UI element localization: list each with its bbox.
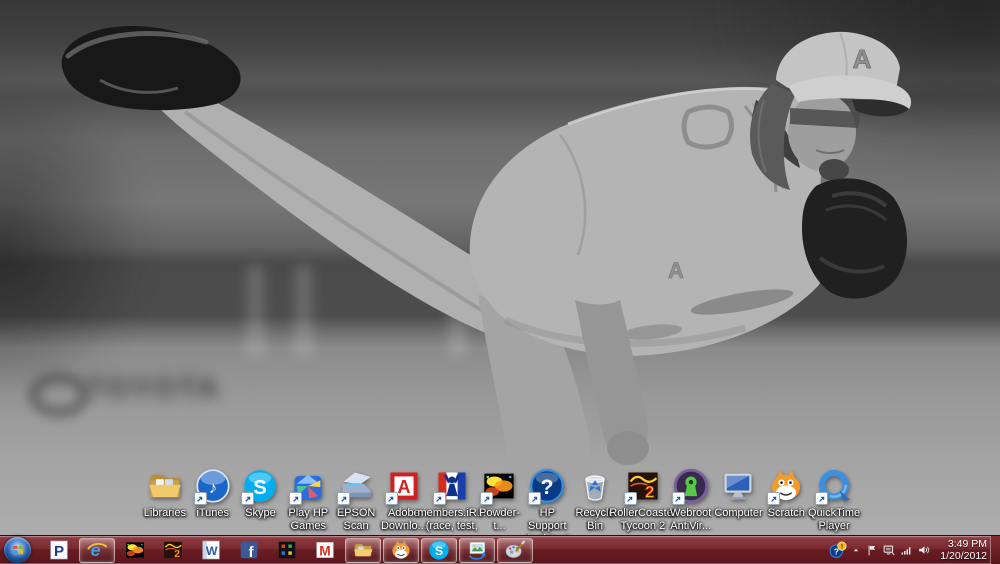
svg-text:W: W [206,544,218,558]
wireless-signal-icon[interactable] [900,544,913,557]
taskbar-button-scratch[interactable] [383,537,419,563]
svg-text:?: ? [541,475,554,499]
taskbar-button-internet-explorer[interactable]: e [79,537,115,563]
cap-logo: A [853,44,872,74]
powder-toy-icon [480,467,518,505]
facebook-icon: f [240,541,258,561]
powder-toy-icon [126,542,144,558]
svg-text:2: 2 [645,482,654,501]
shortcut-arrow-icon [815,492,829,505]
tray-date: 1/20/2012 [940,550,987,562]
shortcut-arrow-icon [337,492,351,505]
show-hidden-icons-icon[interactable] [851,545,861,555]
computer-icon [719,467,757,505]
taskbar-button-word[interactable]: W [193,538,229,563]
jersey-chest-logo: A [668,258,684,283]
scratch-icon [767,467,805,505]
shortcut-arrow-icon [193,492,207,505]
desktop-icon-label: Play HP Games [288,507,329,532]
start-button[interactable] [4,537,31,563]
pandora-p-icon: P [50,540,68,560]
desktop-icon-label: EPSON Scan [336,507,376,532]
svg-text:S: S [254,477,268,499]
explorer-icon [354,543,373,557]
rct2-icon: 2 [623,467,662,505]
taskbar-button-facebook[interactable]: f [231,538,267,563]
svg-text:P: P [54,543,64,560]
desktop-icon-label: Webroot AntiVir... [669,507,712,532]
members-iracing-icon [432,467,471,505]
svg-text:S: S [435,544,443,558]
svg-text:!: ! [841,544,843,551]
taskbar-button-pandora-p[interactable]: P [41,538,77,563]
gmail-icon: M [316,542,334,559]
taskbar-buttons: Pe 2 W f M S [40,536,534,564]
webroot-icon [671,467,710,505]
desktop-icon-label: iTunes [196,507,229,519]
show-desktop-button[interactable] [990,536,1000,564]
hp-support-icon: ? [528,467,566,505]
svg-text:A: A [397,477,410,497]
svg-text:2: 2 [174,549,180,560]
shortcut-arrow-icon [432,492,446,505]
desktop-wallpaper: TOYOTA A A [0,0,1000,535]
network-icon[interactable] [882,543,896,557]
hp-games-icon [289,467,327,505]
shortcut-arrow-icon [623,492,637,505]
system-tray: ? ! 3:49 PM 1/20/2012 [829,536,987,564]
svg-text:M: M [319,544,330,559]
shortcut-arrow-icon [767,492,781,505]
photo-viewer-icon [468,542,486,560]
desktop-icon-label: QuickTime Player [807,507,861,532]
skype-icon: S [429,540,449,560]
recycle-bin-icon [576,467,614,505]
taskbar: Pe 2 W f M S ? ! 3:49 PM 1/20/2012 [0,535,1000,564]
scratch-icon [392,540,410,559]
word-icon: W [202,540,220,560]
taskbar-button-paint[interactable] [497,537,533,563]
desktop-icon-label: Powder-t... [478,507,520,532]
taskbar-clock[interactable]: 3:49 PM 1/20/2012 [940,538,987,562]
action-center-flag-icon[interactable] [865,544,878,557]
desktop-icon-label: Libraries [143,507,186,519]
shortcut-arrow-icon [241,492,255,505]
skype-icon: S [241,467,279,505]
tray-time: 3:49 PM [947,538,987,550]
hp-alert-icon[interactable]: ? ! [829,541,847,559]
shortcut-arrow-icon [528,492,542,505]
taskbar-button-photo-viewer[interactable] [459,537,495,563]
taskbar-button-skype[interactable]: S [421,537,457,563]
svg-text:♪: ♪ [208,478,216,497]
windows-logo-icon [12,545,23,555]
taskbar-button-rct2[interactable]: 2 [155,538,191,563]
desktop-icon-label: Skype [245,507,276,519]
internet-explorer-icon: e [87,540,108,560]
volume-icon[interactable] [917,543,931,557]
adobe-icon: A [384,467,423,505]
cleat-shoe [61,26,241,111]
taskbar-button-gmail[interactable]: M [307,538,343,563]
taskbar-button-pixel-game[interactable] [269,538,305,563]
shortcut-arrow-icon [671,492,685,505]
rct2-icon: 2 [164,541,182,560]
desktop-icon-label: Scratch [767,507,805,519]
itunes-icon: ♪ [193,467,232,505]
taskbar-button-powder-toy[interactable] [117,538,153,563]
shortcut-arrow-icon [289,492,303,505]
paint-icon [505,540,526,558]
pixel-game-icon [278,541,296,559]
taskbar-button-explorer[interactable] [345,537,381,563]
libraries-icon [146,467,184,505]
shortcut-arrow-icon [384,492,398,505]
quicktime-icon [815,467,853,505]
desktop-icon-label: Computer [714,507,763,519]
shortcut-arrow-icon [480,492,494,505]
epson-scan-icon [337,467,375,505]
